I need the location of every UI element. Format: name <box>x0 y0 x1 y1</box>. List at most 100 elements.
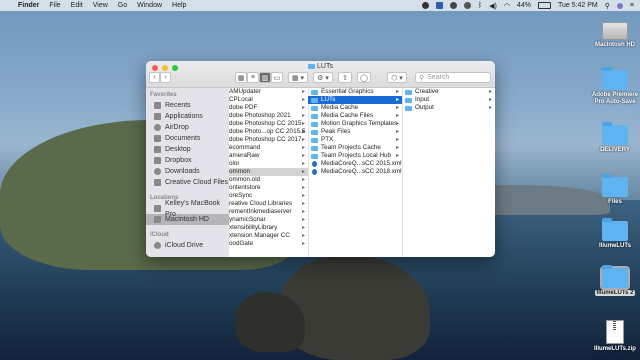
sidebar-item-applications[interactable]: Applications <box>146 111 229 122</box>
list-item[interactable]: CPLocal ▸ <box>229 96 308 104</box>
list-item[interactable]: ynamicSonar ▸ <box>229 216 308 224</box>
list-item[interactable]: ommon.old ▸ <box>229 176 308 184</box>
status-icon[interactable] <box>421 2 429 9</box>
search-field[interactable]: ⚲ Search <box>415 72 491 83</box>
action-gear-button[interactable]: ⚙ ▾ <box>313 72 333 83</box>
menu-bar: Finder File Edit View Go Window Help ᛒ ◀… <box>0 0 640 11</box>
list-item[interactable]: Input ▸ <box>402 96 495 104</box>
desktop-icon-illumeluts-zip[interactable]: IllumeLUTs.zip <box>590 320 640 353</box>
view-icon-button[interactable]: ▦ <box>235 72 247 83</box>
sidebar-item-creative-cloud-files[interactable]: Creative Cloud Files <box>146 177 229 188</box>
desktop-icon-macintosh-hd[interactable]: Macintosh HD <box>590 14 640 49</box>
desktop-icon-premiere-autosave[interactable]: Adobe Premiere Pro Auto-Save <box>590 67 640 106</box>
group-button[interactable]: ▦ ▾ <box>288 72 308 83</box>
menu-edit[interactable]: Edit <box>71 2 83 9</box>
menu-file[interactable]: File <box>49 2 60 9</box>
bluetooth-icon[interactable]: ᛒ <box>478 2 482 9</box>
list-item[interactable]: xtension Manager CC ▸ <box>229 232 308 240</box>
window-titlebar: LUTs ‹ › ▦ ≡ ▥ ▭ ▦ ▾ ⚙ ▾ ⇪ ◯ ⬡ ▾ ⚲ Searc… <box>146 61 495 88</box>
list-item[interactable]: MediaCoreQ...sCC 2018.xml <box>308 168 402 176</box>
folder-icon <box>405 97 412 103</box>
view-columns-button[interactable]: ▥ <box>259 72 271 83</box>
list-item[interactable]: Peak Files ▸ <box>308 128 402 136</box>
volume-icon[interactable]: ◀) <box>489 2 497 10</box>
list-item[interactable]: dobe Photoshop CC 2017 ▸ <box>229 136 308 144</box>
share-button[interactable]: ⇪ <box>338 72 352 83</box>
folder-icon <box>311 121 318 127</box>
xml-file-icon <box>312 169 317 175</box>
browser-column-3: Creative ▸ Input ▸ Output ▸ <box>402 88 495 257</box>
sidebar-item-dropbox[interactable]: Dropbox <box>146 155 229 166</box>
sync-icon[interactable] <box>463 2 471 9</box>
list-item[interactable]: Team Projects Local Hub ▸ <box>308 152 402 160</box>
list-item[interactable]: reative Cloud Libraries ▸ <box>229 200 308 208</box>
folder-icon <box>308 63 316 69</box>
notification-center-icon[interactable]: ≡ <box>630 2 634 9</box>
desktop-icon-illumeluts-2[interactable]: IllumeLUTs 2 <box>590 265 640 297</box>
wifi-icon[interactable]: ◠ <box>504 2 510 10</box>
view-list-button[interactable]: ≡ <box>247 72 259 83</box>
desktop-icon-delivery[interactable]: DELIVERY <box>590 122 640 154</box>
sidebar-item-desktop[interactable]: Desktop <box>146 144 229 155</box>
list-item[interactable]: MediaCoreQ...sCC 2015.xml <box>308 160 402 168</box>
dropbox-icon <box>154 157 161 164</box>
folder-icon <box>602 122 628 145</box>
list-item[interactable]: dobe Photoshop 2021 ▸ <box>229 112 308 120</box>
list-item[interactable]: ontentstore ▸ <box>229 184 308 192</box>
list-item[interactable]: PTX ▸ <box>308 136 402 144</box>
list-item[interactable]: ameraRaw ▸ <box>229 152 308 160</box>
list-item[interactable]: oodGate ▸ <box>229 240 308 248</box>
sidebar-item-documents[interactable]: Documents <box>146 133 229 144</box>
menu-view[interactable]: View <box>93 2 108 9</box>
list-item[interactable]: dobe PDF ▸ <box>229 104 308 112</box>
list-item[interactable]: Output ▸ <box>402 104 495 112</box>
list-item[interactable]: olor ▸ <box>229 160 308 168</box>
folder-icon <box>311 89 318 95</box>
sidebar-item-macbook-pro[interactable]: Kelley's MacBook Pro <box>146 200 229 218</box>
sidebar-item-icloud-drive[interactable]: iCloud Drive <box>146 240 229 251</box>
list-item[interactable]: ecommand ▸ <box>229 144 308 152</box>
list-item-selected[interactable]: ommon ▸ <box>229 168 308 176</box>
list-item[interactable]: AMUpdater ▸ <box>229 88 308 96</box>
sidebar-item-airdrop[interactable]: AirDrop <box>146 122 229 133</box>
folder-icon <box>602 174 628 197</box>
back-button[interactable]: ‹ <box>149 72 160 83</box>
list-item[interactable]: Team Projects Cache ▸ <box>308 144 402 152</box>
menu-window[interactable]: Window <box>137 2 162 9</box>
battery-percent[interactable]: 44% <box>517 2 531 9</box>
menu-help[interactable]: Help <box>172 2 186 9</box>
desktop-icon-files[interactable]: Files <box>590 174 640 206</box>
creative-cloud-icon[interactable] <box>449 2 457 9</box>
list-item[interactable]: Media Cache ▸ <box>308 104 402 112</box>
forward-button[interactable]: › <box>160 72 171 83</box>
dropbox-button[interactable]: ⬡ ▾ <box>387 72 407 83</box>
clock[interactable]: Tue 5:42 PM <box>558 2 598 9</box>
list-item[interactable]: Media Cache Files ▸ <box>308 112 402 120</box>
list-item[interactable]: Motion Graphics Templates ▸ <box>308 120 402 128</box>
list-item[interactable]: dobe Photoshop CC 2015 ▸ <box>229 120 308 128</box>
list-item[interactable]: oreSync ▸ <box>229 192 308 200</box>
menu-go[interactable]: Go <box>118 2 127 9</box>
airdrop-icon <box>154 124 161 131</box>
list-item[interactable]: rementInkmediaserver ▸ <box>229 208 308 216</box>
sidebar-item-downloads[interactable]: Downloads <box>146 166 229 177</box>
laptop-icon <box>154 205 161 212</box>
menu-finder[interactable]: Finder <box>18 2 39 9</box>
list-item[interactable]: dobe Photo...op CC 2015.5 ▸ <box>229 128 308 136</box>
list-item-selected[interactable]: LUTs ▸ <box>308 96 402 104</box>
list-item[interactable]: Essential Graphics ▸ <box>308 88 402 96</box>
sidebar-heading-favorites: Favorites <box>150 92 177 98</box>
sidebar-item-recents[interactable]: Recents <box>146 100 229 111</box>
battery-icon[interactable] <box>537 2 551 9</box>
dropbox-icon[interactable] <box>435 2 443 9</box>
folder-icon <box>405 105 412 111</box>
list-item[interactable]: Creative ▸ <box>402 88 495 96</box>
hard-drive-icon <box>154 216 161 223</box>
spotlight-icon[interactable]: ⚲ <box>605 2 610 10</box>
tags-button[interactable]: ◯ <box>357 72 371 83</box>
list-item[interactable]: xtensibilityLibrary ▸ <box>229 224 308 232</box>
sidebar-heading-icloud: iCloud <box>150 232 169 238</box>
desktop-icon-illumeluts[interactable]: IllumeLUTs <box>590 218 640 250</box>
siri-icon[interactable] <box>616 2 623 9</box>
view-gallery-button[interactable]: ▭ <box>271 72 283 83</box>
